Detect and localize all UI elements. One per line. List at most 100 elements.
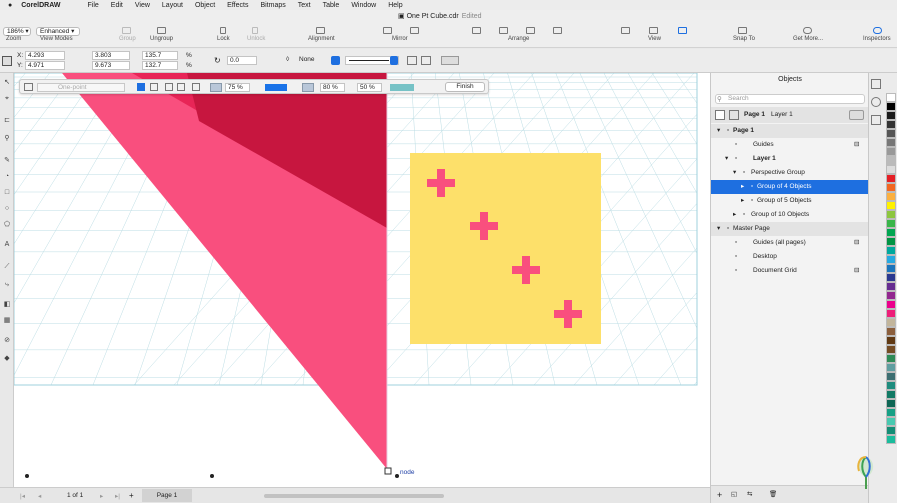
first-page-icon[interactable]: |◂	[20, 492, 25, 500]
page-tab[interactable]: Page 1	[142, 489, 192, 502]
alignment-icon[interactable]	[316, 27, 325, 34]
freehand-tool-icon[interactable]: ✎	[3, 157, 11, 165]
move-layer-icon[interactable]: ⇆	[747, 490, 752, 498]
color-swatch[interactable]	[886, 300, 896, 309]
opacity-input-2[interactable]: 80 %	[320, 83, 345, 92]
prev-page-icon[interactable]: ◂	[38, 492, 41, 500]
polygon-tool-icon[interactable]: ⬠	[3, 221, 11, 229]
panel-layers-icon[interactable]	[871, 97, 881, 107]
delete-icon[interactable]: 🗑	[769, 490, 777, 498]
expand-arrow-icon[interactable]: ▾	[725, 152, 728, 166]
line-slider-icon[interactable]	[302, 83, 314, 92]
parallel-dimension-tool-icon[interactable]: ⟋	[3, 263, 11, 271]
node-dot-1[interactable]	[25, 474, 29, 478]
view-grid-icon[interactable]	[621, 27, 630, 34]
color-swatch[interactable]	[886, 372, 896, 381]
alignment-button[interactable]: Alignment	[308, 36, 335, 42]
get-more-icon[interactable]	[803, 27, 812, 34]
outline-width-chevron-icon[interactable]	[331, 56, 340, 65]
mirror-vertical-icon[interactable]	[410, 27, 419, 34]
unlock-button[interactable]: Unlock	[247, 36, 265, 42]
menu-layout[interactable]: Layout	[162, 2, 183, 9]
color-swatch[interactable]	[886, 408, 896, 417]
view-frame-icon[interactable]	[678, 27, 687, 34]
crop-tool-icon[interactable]: ⊏	[3, 117, 11, 125]
color-swatch[interactable]	[886, 102, 896, 111]
expand-arrow-icon[interactable]: ▾	[733, 166, 736, 180]
ungroup-icon[interactable]	[157, 27, 166, 34]
color-swatch[interactable]	[886, 291, 896, 300]
rectangle-tool-icon[interactable]: □	[3, 189, 11, 197]
width-input[interactable]: 3.803	[92, 51, 130, 60]
visibility-toggle-icon[interactable]: ⊟	[854, 236, 859, 250]
secondary-color-swatch[interactable]	[390, 84, 414, 91]
panel-pin-icon[interactable]	[871, 79, 881, 89]
tree-layer-1[interactable]: ▾ ▫ Layer 1	[711, 152, 868, 166]
menu-file[interactable]: File	[88, 2, 99, 9]
perspective-type-dropdown[interactable]: One-point	[37, 83, 125, 92]
arrange-forward-icon[interactable]	[499, 27, 508, 34]
color-swatch[interactable]	[886, 183, 896, 192]
color-swatch[interactable]	[886, 246, 896, 255]
get-more-button[interactable]: Get More...	[793, 36, 823, 42]
node-handle[interactable]	[384, 467, 392, 475]
scale-y-input[interactable]: 132.7	[142, 61, 178, 70]
tree-document-grid[interactable]: ▫ Document Grid ⊟	[711, 264, 868, 278]
edit-icon[interactable]	[192, 83, 200, 91]
color-swatch[interactable]	[886, 120, 896, 129]
color-swatch[interactable]	[886, 426, 896, 435]
color-swatch[interactable]	[886, 273, 896, 282]
scale-x-input[interactable]: 135.7	[142, 51, 178, 60]
orientation-icon[interactable]	[150, 83, 158, 91]
color-swatch[interactable]	[886, 129, 896, 138]
info-icon[interactable]	[873, 27, 882, 34]
menu-bitmaps[interactable]: Bitmaps	[260, 2, 285, 9]
ellipse-tool-icon[interactable]: ○	[3, 205, 11, 213]
color-swatch[interactable]	[886, 381, 896, 390]
horizontal-scrollbar[interactable]	[264, 494, 444, 498]
lock-button[interactable]: Lock	[217, 36, 230, 42]
y-position-input[interactable]: 4.971	[25, 61, 65, 70]
color-swatch[interactable]	[886, 363, 896, 372]
new-master-layer-icon[interactable]: ◱	[731, 490, 737, 498]
color-swatch[interactable]	[886, 174, 896, 183]
color-swatch[interactable]	[886, 309, 896, 318]
menu-effects[interactable]: Effects	[227, 2, 248, 9]
color-swatch[interactable]	[886, 138, 896, 147]
interactive-fill-tool-icon[interactable]: ◆	[3, 355, 11, 363]
apple-menu-icon[interactable]: ●	[8, 2, 12, 9]
panel-export-icon[interactable]	[871, 115, 881, 125]
color-swatch[interactable]	[886, 264, 896, 273]
menu-window[interactable]: Window	[351, 2, 376, 9]
menu-edit[interactable]: Edit	[111, 2, 123, 9]
arrange-backward-icon[interactable]	[553, 27, 562, 34]
lock-icon[interactable]	[220, 27, 226, 34]
mirror-horizontal-icon[interactable]	[383, 27, 392, 34]
tree-perspective-group[interactable]: ▾ ▫ Perspective Group	[711, 166, 868, 180]
node-dot-3[interactable]	[395, 474, 399, 478]
zoom-tool-icon[interactable]: ⚲	[3, 135, 11, 143]
perspective-mode-icon[interactable]	[24, 83, 33, 91]
group-button[interactable]: Group	[119, 36, 136, 42]
color-swatch[interactable]	[886, 111, 896, 120]
color-swatch[interactable]	[886, 318, 896, 327]
color-swatch[interactable]	[886, 147, 896, 156]
last-page-icon[interactable]: ▸|	[115, 492, 120, 500]
arrange-front-icon[interactable]	[472, 27, 481, 34]
node-dot-2[interactable]	[210, 474, 214, 478]
outline-width-dropdown[interactable]: None	[297, 56, 333, 65]
menu-help[interactable]: Help	[388, 2, 402, 9]
tree-guides[interactable]: ▫ Guides ⊟	[711, 138, 868, 152]
color-swatch[interactable]	[886, 399, 896, 408]
expand-arrow-icon[interactable]: ▾	[717, 124, 720, 138]
view-mode-dropdown[interactable]: Enhanced ▾	[36, 27, 80, 36]
color-swatch[interactable]	[886, 192, 896, 201]
tree-group-of-4[interactable]: ▸ ▫ Group of 4 Objects	[711, 180, 868, 194]
color-swatch[interactable]	[886, 435, 896, 444]
expand-arrow-icon[interactable]: ▸	[733, 208, 736, 222]
color-swatch[interactable]	[886, 345, 896, 354]
color-swatch[interactable]	[886, 327, 896, 336]
tree-group-of-5[interactable]: ▸ ▫ Group of 5 Objects	[711, 194, 868, 208]
view-icon[interactable]	[649, 27, 658, 34]
app-menu[interactable]: CorelDRAW	[21, 2, 60, 9]
